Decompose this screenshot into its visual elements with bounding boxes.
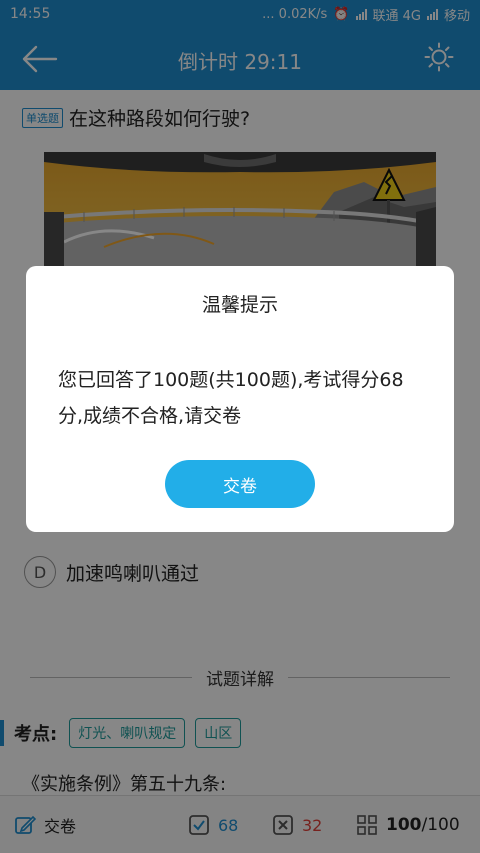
dialog-title: 温馨提示: [201, 294, 278, 316]
dialog-message: 您已回答了100题(共100题),考试得分68分,成绩不合格,请交卷: [58, 369, 404, 427]
exam-result-dialog: 温馨提示 您已回答了100题(共100题),考试得分68分,成绩不合格,请交卷 …: [26, 266, 454, 532]
submit-exam-button[interactable]: 交卷: [165, 460, 315, 508]
